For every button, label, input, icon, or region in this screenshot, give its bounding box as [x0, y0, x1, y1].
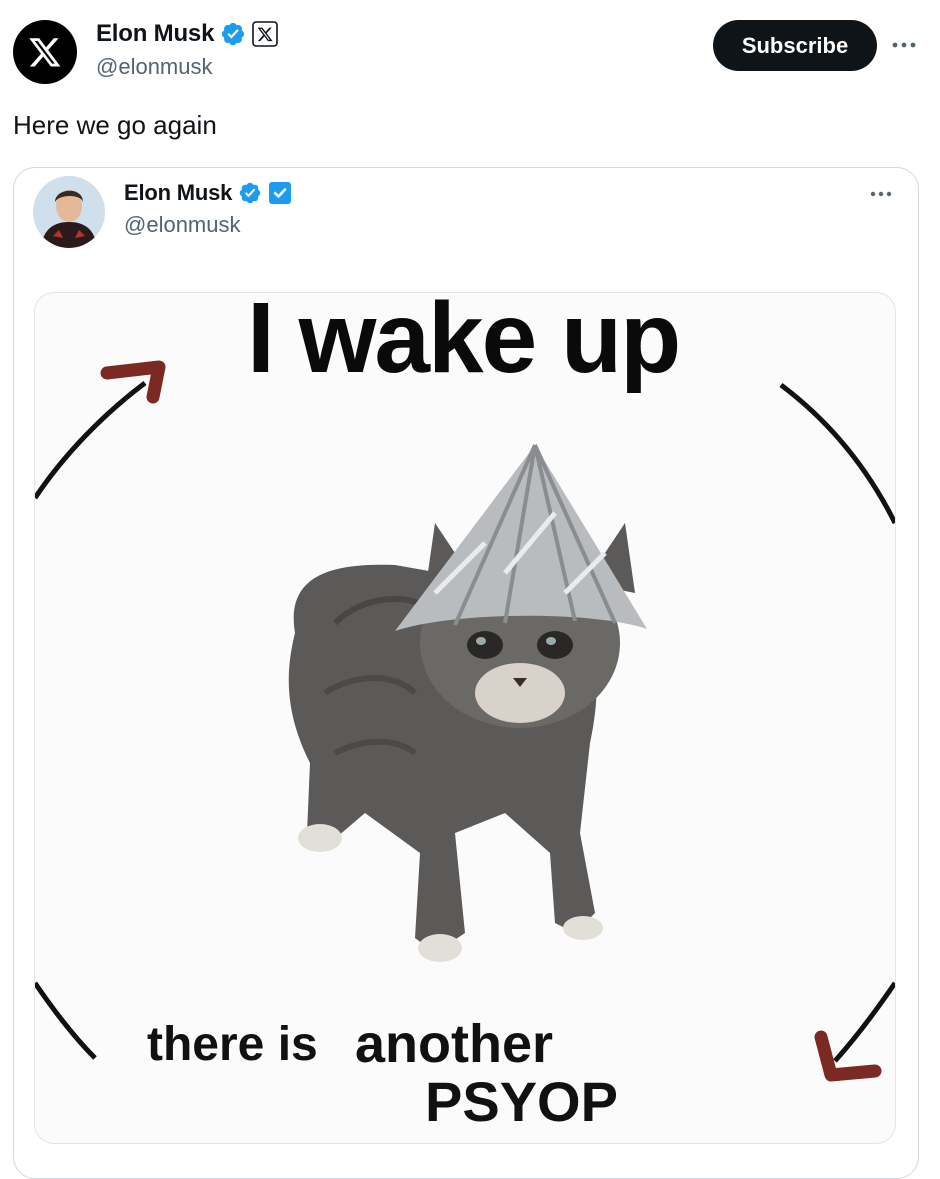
quoted-author-avatar[interactable] [33, 176, 105, 248]
quoted-post-card[interactable]: Elon Musk @elonmusk I wake up there is a… [13, 167, 919, 1179]
meme-bottom-text-2: another [355, 1014, 554, 1074]
author-handle[interactable]: @elonmusk [96, 54, 213, 80]
author-avatar[interactable] [13, 20, 77, 84]
meme-top-text: I wake up [247, 292, 681, 394]
profile-photo-icon [33, 176, 105, 248]
quoted-author-handle[interactable]: @elonmusk [124, 212, 241, 238]
verified-badge-icon [220, 21, 246, 47]
subscribe-button[interactable]: Subscribe [713, 20, 877, 71]
quoted-author-name-row[interactable]: Elon Musk [124, 180, 292, 206]
meme-bottom-text-1: there is [147, 1018, 318, 1071]
more-options-icon[interactable] [864, 182, 898, 206]
x-logo-icon [29, 38, 61, 67]
x-affiliate-badge-icon [252, 21, 279, 47]
meme-image[interactable]: I wake up there is another PSYOP [34, 292, 896, 1144]
meme-bottom-text-3: PSYOP [425, 1070, 618, 1133]
cat-illustration [288, 444, 647, 962]
author-name[interactable]: Elon Musk [96, 20, 214, 48]
verified-badge-icon [238, 181, 262, 205]
author-name-row[interactable]: Elon Musk [96, 20, 279, 48]
more-options-icon[interactable] [886, 30, 922, 60]
quoted-author-name[interactable]: Elon Musk [124, 180, 232, 206]
post-text: Here we go again [13, 110, 217, 140]
x-affiliate-badge-icon [268, 181, 292, 205]
